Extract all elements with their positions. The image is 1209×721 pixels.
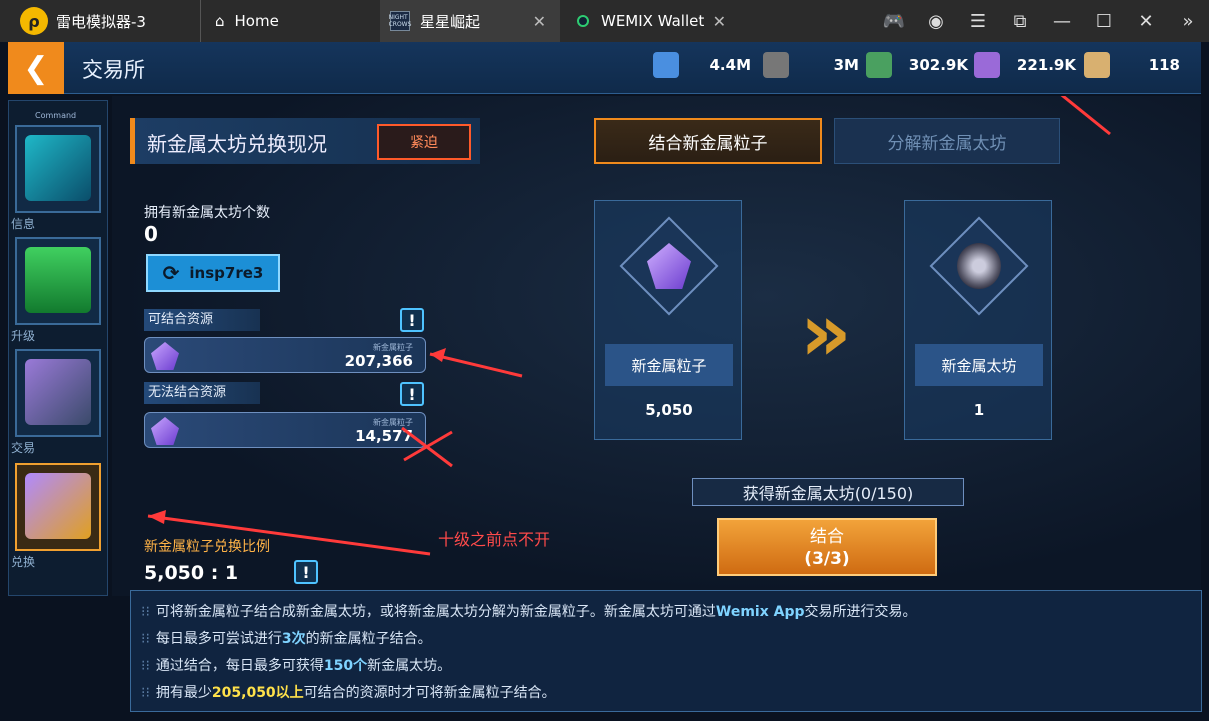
resource-5: 118 <box>1084 48 1184 82</box>
arrow-head <box>430 348 446 362</box>
resource-3-value: 302.9K <box>908 56 968 74</box>
home-icon: ⌂ <box>215 12 225 30</box>
note-text: 每日最多可尝试进行 <box>155 631 282 647</box>
handshake-icon <box>25 359 91 425</box>
note-item: ⁝⁝ 拥有最少205,050以上可结合的资源时才可将新金属粒子结合。 <box>141 680 1191 707</box>
note-item: ⁝⁝ 可将新金属粒子结合成新金属太坊，或将新金属太坊分解为新金属粒子。新金属太坊可… <box>141 599 1191 626</box>
resource-1-value: 4.4M <box>709 56 752 74</box>
menu-exchange-button[interactable] <box>15 463 101 551</box>
ldplayer-logo-icon: ρ <box>20 7 48 35</box>
bullet-icon: ⁝⁝ <box>141 685 150 701</box>
bullet-icon: ⁝⁝ <box>141 604 150 620</box>
emulator-titlebar: ρ 雷电模拟器-3 ⌂ Home NIGHT CROWS 星星崛起 ✕ WEMIX W… <box>0 0 1209 42</box>
resource-4: 221.9K <box>974 48 1080 82</box>
note-highlight: 150个 <box>323 658 368 674</box>
account-icon[interactable]: ◉ <box>915 11 957 32</box>
note-rest: 的新金属粒子结合。 <box>305 631 432 647</box>
upgrade-arrow-icon <box>25 247 91 313</box>
note-text: 拥有最少 <box>155 685 212 701</box>
menu-trade-label: 交易 <box>11 441 36 455</box>
tab-home[interactable]: ⌂ Home <box>200 0 375 42</box>
arrow-line <box>429 352 523 378</box>
close-icon[interactable]: ✕ <box>1125 11 1167 32</box>
note-text: 通过结合，每日最多可获得 <box>155 658 324 674</box>
game-icon: NIGHT CROWS <box>389 11 411 31</box>
wemix-icon <box>577 15 589 27</box>
arrow-line <box>1060 96 1111 136</box>
resource-2: 3M <box>763 48 863 82</box>
maximize-icon[interactable]: ☐ <box>1083 11 1125 32</box>
window-mode-icon[interactable]: ⧉ <box>999 11 1041 32</box>
side-menu: Command 信息 升级 交易 兑换 <box>8 100 108 596</box>
note-item: ⁝⁝ 每日最多可尝试进行3次的新金属粒子结合。 <box>141 626 1191 653</box>
scroll-icon <box>25 135 91 201</box>
expand-sidebar-icon[interactable]: » <box>1167 11 1209 32</box>
tab-home-label: Home <box>234 12 279 30</box>
menu-exchange-label: 兑换 <box>11 555 36 569</box>
menu-upgrade-button[interactable] <box>15 237 101 325</box>
back-button[interactable]: ❮ <box>8 42 64 94</box>
menu-icon[interactable]: ☰ <box>957 11 999 32</box>
page-title: 交易所 <box>82 58 145 82</box>
rail-header: Command <box>35 111 77 120</box>
gamepad-icon[interactable]: 🎮 <box>873 11 915 32</box>
note-item: ⁝⁝ 通过结合，每日最多可获得150个新金属太坊。 <box>141 653 1191 680</box>
tab-wemix-label: WEMIX Wallet <box>601 12 705 30</box>
menu-info-button[interactable] <box>15 125 101 213</box>
note-rest: 交易所进行交易。 <box>804 604 917 620</box>
bullet-icon: ⁝⁝ <box>141 631 150 647</box>
close-tab-icon[interactable]: ✕ <box>713 12 726 31</box>
app-name: 雷电模拟器-3 <box>56 12 146 31</box>
minimize-icon[interactable]: — <box>1041 11 1083 32</box>
exchange-crystal-icon <box>25 473 91 539</box>
annotation-arrows <box>147 96 1111 556</box>
purple-crystal-icon <box>974 52 1000 78</box>
coin-icon <box>1084 52 1110 78</box>
resource-4-value: 221.9K <box>1016 56 1076 74</box>
arrow-line <box>147 514 431 556</box>
emulator-window: ρ 雷电模拟器-3 ⌂ Home NIGHT CROWS 星星崛起 ✕ WEMIX W… <box>0 0 1209 721</box>
menu-upgrade-label: 升级 <box>11 329 36 343</box>
tab-wemix[interactable]: WEMIX Wallet ✕ <box>565 0 740 42</box>
green-ore-icon <box>866 52 892 78</box>
close-tab-icon[interactable]: ✕ <box>533 12 546 31</box>
note-highlight: 3次 <box>281 631 306 647</box>
ore-icon <box>763 52 789 78</box>
note-highlight: Wemix App <box>715 604 805 620</box>
game-header: ❮ 交易所 4.4M 3M 302.9K 221.9K 118 <box>8 42 1201 94</box>
tab-game[interactable]: NIGHT CROWS 星星崛起 ✕ <box>380 0 560 42</box>
note-rest: 可结合的资源时才可将新金属粒子结合。 <box>303 685 556 701</box>
bullet-icon: ⁝⁝ <box>141 658 150 674</box>
note-rest: 新金属太坊。 <box>367 658 452 674</box>
menu-trade-button[interactable] <box>15 349 101 437</box>
note-text: 可将新金属粒子结合成新金属太坊，或将新金属太坊分解为新金属粒子。新金属太坊可通过 <box>155 604 716 620</box>
exchange-panel: 新金属太坊兑换现况 紧迫 拥有新金属太坊个数 0 ⟳ insp7re3 可结合资源… <box>112 96 1201 596</box>
crystal-blue-icon <box>653 52 679 78</box>
note-highlight: 205,050以上 <box>211 685 304 701</box>
resource-3: 302.9K <box>866 48 971 82</box>
arrow-head <box>148 510 166 524</box>
tab-game-label: 星星崛起 <box>420 12 481 31</box>
resource-1: 4.4M <box>653 48 758 82</box>
resource-2-value: 3M <box>833 56 859 74</box>
resource-5-value: 118 <box>1148 56 1180 74</box>
info-notes: ⁝⁝ 可将新金属粒子结合成新金属太坊，或将新金属太坊分解为新金属粒子。新金属太坊可… <box>130 590 1202 712</box>
window-controls: 🎮 ◉ ☰ ⧉ — ☐ ✕ » <box>873 0 1209 42</box>
menu-info-label: 信息 <box>11 217 36 231</box>
